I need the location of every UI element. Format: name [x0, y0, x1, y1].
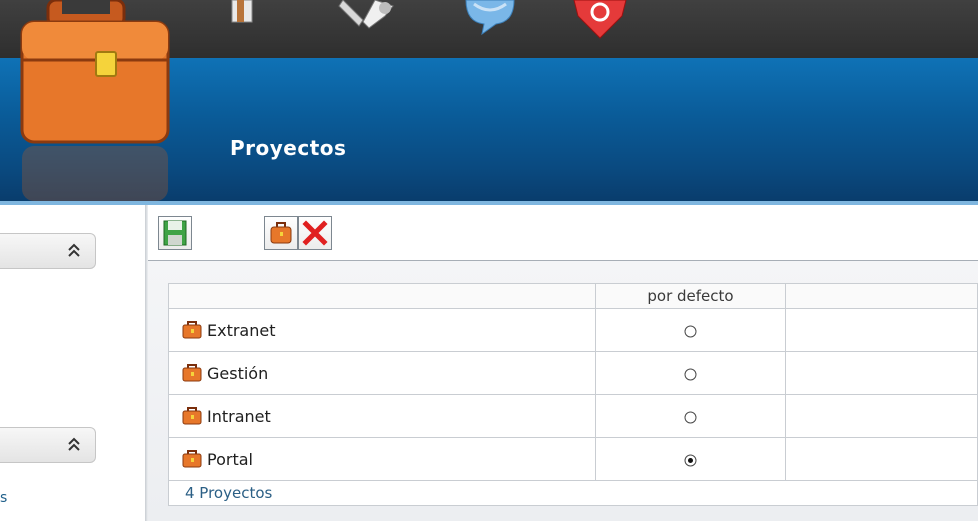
briefcase-icon: [182, 407, 202, 425]
page-title: Proyectos: [230, 136, 347, 160]
double-chevron-up-icon[interactable]: [67, 242, 81, 258]
extra-cell: [785, 394, 978, 438]
sidebar-panel-header-2[interactable]: [0, 427, 96, 463]
column-header-extra: [785, 283, 978, 309]
project-name: Extranet: [207, 320, 276, 340]
content-area: por defecto Extranet Gestión Intranet Po…: [148, 261, 978, 521]
default-cell[interactable]: [595, 394, 786, 438]
briefcase-icon: [270, 222, 292, 244]
toolbar: [148, 205, 978, 261]
extra-cell: [785, 437, 978, 481]
table-row[interactable]: Intranet: [168, 394, 978, 438]
tools-icon[interactable]: [335, 0, 405, 44]
save-button[interactable]: [158, 216, 192, 250]
briefcase-icon: [182, 450, 202, 468]
sidebar-panel-header-1[interactable]: [0, 233, 96, 269]
table-row[interactable]: Gestión: [168, 351, 978, 395]
stop-icon[interactable]: [570, 0, 630, 44]
extra-cell: [785, 308, 978, 352]
document-icon[interactable]: [228, 0, 258, 44]
sidebar-link[interactable]: s: [0, 490, 7, 506]
briefcase-logo-icon: [20, 0, 170, 201]
default-cell[interactable]: [595, 308, 786, 352]
table-row[interactable]: Extranet: [168, 308, 978, 352]
column-header-name[interactable]: [168, 283, 596, 309]
default-cell[interactable]: [595, 437, 786, 481]
default-cell[interactable]: [595, 351, 786, 395]
project-name: Portal: [207, 449, 253, 469]
project-name-cell[interactable]: Gestión: [168, 351, 596, 395]
double-chevron-up-icon[interactable]: [67, 436, 81, 452]
table-row[interactable]: Portal: [168, 437, 978, 481]
project-count: 4 Proyectos: [168, 480, 978, 506]
chat-icon[interactable]: [460, 0, 520, 44]
default-radio-button[interactable]: [684, 325, 697, 338]
project-name-cell[interactable]: Intranet: [168, 394, 596, 438]
table-header-row: por defecto: [168, 283, 978, 309]
project-name-cell[interactable]: Extranet: [168, 308, 596, 352]
save-icon: [163, 220, 187, 246]
project-name-cell[interactable]: Portal: [168, 437, 596, 481]
column-header-default[interactable]: por defecto: [595, 283, 786, 309]
projects-table: por defecto Extranet Gestión Intranet Po…: [168, 283, 978, 506]
table-footer-row: 4 Proyectos: [168, 480, 978, 506]
default-radio-button[interactable]: [684, 368, 697, 381]
default-radio-button[interactable]: [684, 411, 697, 424]
delete-icon: [302, 220, 328, 246]
extra-cell: [785, 351, 978, 395]
project-name: Gestión: [207, 363, 269, 383]
delete-button[interactable]: [298, 216, 332, 250]
default-radio-button-selected[interactable]: [684, 454, 697, 467]
new-project-button[interactable]: [264, 216, 298, 250]
project-name: Intranet: [207, 406, 271, 426]
sidebar: [0, 205, 145, 521]
briefcase-icon: [182, 321, 202, 339]
briefcase-icon: [182, 364, 202, 382]
